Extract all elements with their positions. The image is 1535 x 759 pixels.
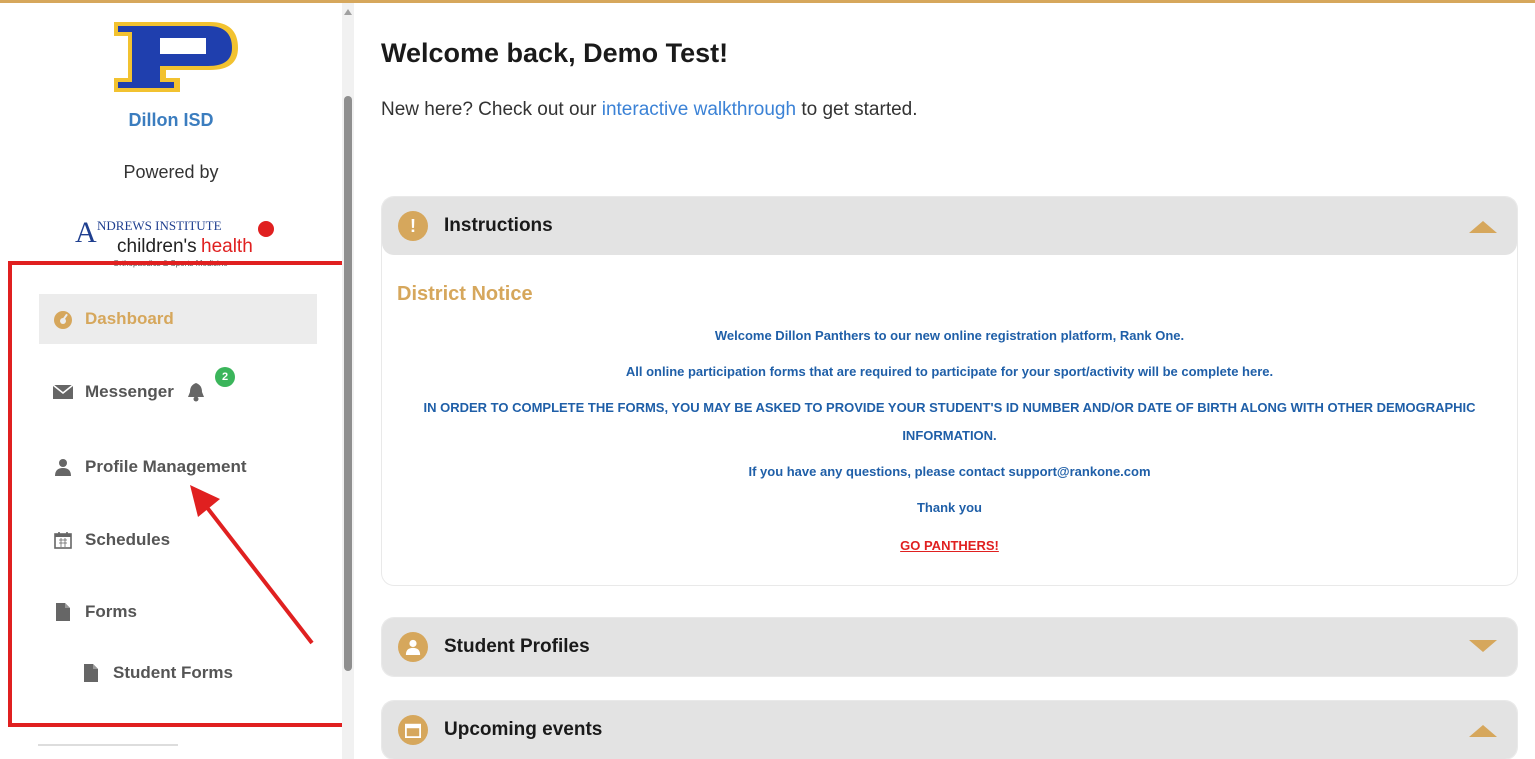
notice-line: If you have any questions, please contac… [748, 464, 1151, 479]
calendar-icon [53, 530, 73, 550]
user-icon [53, 457, 73, 477]
envelope-icon [53, 382, 73, 402]
instructions-title: Instructions [444, 215, 553, 236]
nav-messenger-label: Messenger [85, 382, 174, 401]
sidebar-divider [38, 744, 178, 746]
svg-text:health: health [201, 236, 253, 257]
nav-dashboard-label: Dashboard [85, 309, 174, 328]
district-name: Dillon ISD [128, 110, 214, 130]
notice-line: Welcome Dillon Panthers to our new onlin… [714, 328, 1185, 343]
nav-schedules-label: Schedules [85, 530, 171, 549]
messenger-notification-badge: 2 [215, 367, 235, 387]
svg-text:A: A [75, 216, 97, 249]
exclamation-icon: ! [398, 211, 428, 241]
file-icon [81, 663, 101, 683]
nav-forms-label: Forms [85, 602, 137, 621]
file-icon [53, 602, 73, 622]
student-profiles-panel: Student Profiles [382, 618, 1517, 676]
svg-text:NDREWS INSTITUTE: NDREWS INSTITUTE [97, 218, 222, 233]
powered-by-label: Powered by [123, 162, 219, 182]
nav-student-forms-label: Student Forms [113, 663, 233, 682]
collapse-caret-icon[interactable] [1469, 221, 1497, 233]
sidebar: Dillon ISD Powered by A NDREWS INSTITUTE… [0, 3, 348, 759]
calendar-circle-icon [398, 715, 428, 745]
instructions-body: District Notice Welcome Dillon Panthers … [382, 255, 1517, 585]
scroll-up-arrow-icon[interactable] [344, 9, 352, 15]
page-title: Welcome back, Demo Test! [381, 38, 729, 68]
notice-line: Thank you [916, 500, 982, 515]
instructions-panel: ! Instructions District Notice Welcome D… [382, 197, 1517, 585]
bell-icon[interactable] [186, 382, 206, 402]
nav-profile-management-label: Profile Management [85, 457, 247, 476]
collapse-caret-icon[interactable] [1469, 725, 1497, 737]
svg-text:children's: children's [117, 236, 197, 257]
intro-suffix: to get started. [796, 99, 918, 120]
notice-line: All online participation forms that are … [625, 364, 1274, 379]
district-logo [114, 22, 238, 92]
notice-line: INFORMATION. [902, 428, 997, 443]
expand-caret-icon[interactable] [1469, 640, 1497, 652]
sidebar-scrollbar[interactable] [342, 3, 354, 759]
nav-messenger[interactable]: Messenger [53, 377, 206, 407]
student-profiles-panel-header[interactable]: Student Profiles [382, 618, 1517, 676]
nav-schedules[interactable]: Schedules [53, 525, 170, 555]
scrollbar-thumb[interactable] [344, 96, 352, 671]
notice-line: IN ORDER TO COMPLETE THE FORMS, YOU MAY … [423, 400, 1476, 415]
intro-prefix: New here? Check out our [381, 99, 602, 120]
annotation-arrow [190, 485, 314, 645]
user-circle-icon [398, 632, 428, 662]
nav-forms[interactable]: Forms [53, 597, 137, 627]
upcoming-events-panel-header[interactable]: Upcoming events [382, 701, 1517, 759]
upcoming-events-panel: Upcoming events [382, 701, 1517, 759]
nav-student-forms[interactable]: Student Forms [81, 658, 233, 688]
intro-text: New here? Check out our interactive walk… [381, 99, 918, 121]
instructions-panel-header[interactable]: ! Instructions [382, 197, 1517, 255]
upcoming-events-title: Upcoming events [444, 719, 603, 740]
go-panthers-link[interactable]: GO PANTHERS! [392, 535, 1507, 557]
student-profiles-title: Student Profiles [444, 636, 590, 657]
walkthrough-link[interactable]: interactive walkthrough [602, 99, 796, 120]
dashboard-icon [53, 309, 73, 329]
district-notice-title: District Notice [397, 283, 533, 305]
nav-dashboard[interactable]: Dashboard [39, 294, 317, 344]
nav-profile-management[interactable]: Profile Management [53, 452, 247, 482]
